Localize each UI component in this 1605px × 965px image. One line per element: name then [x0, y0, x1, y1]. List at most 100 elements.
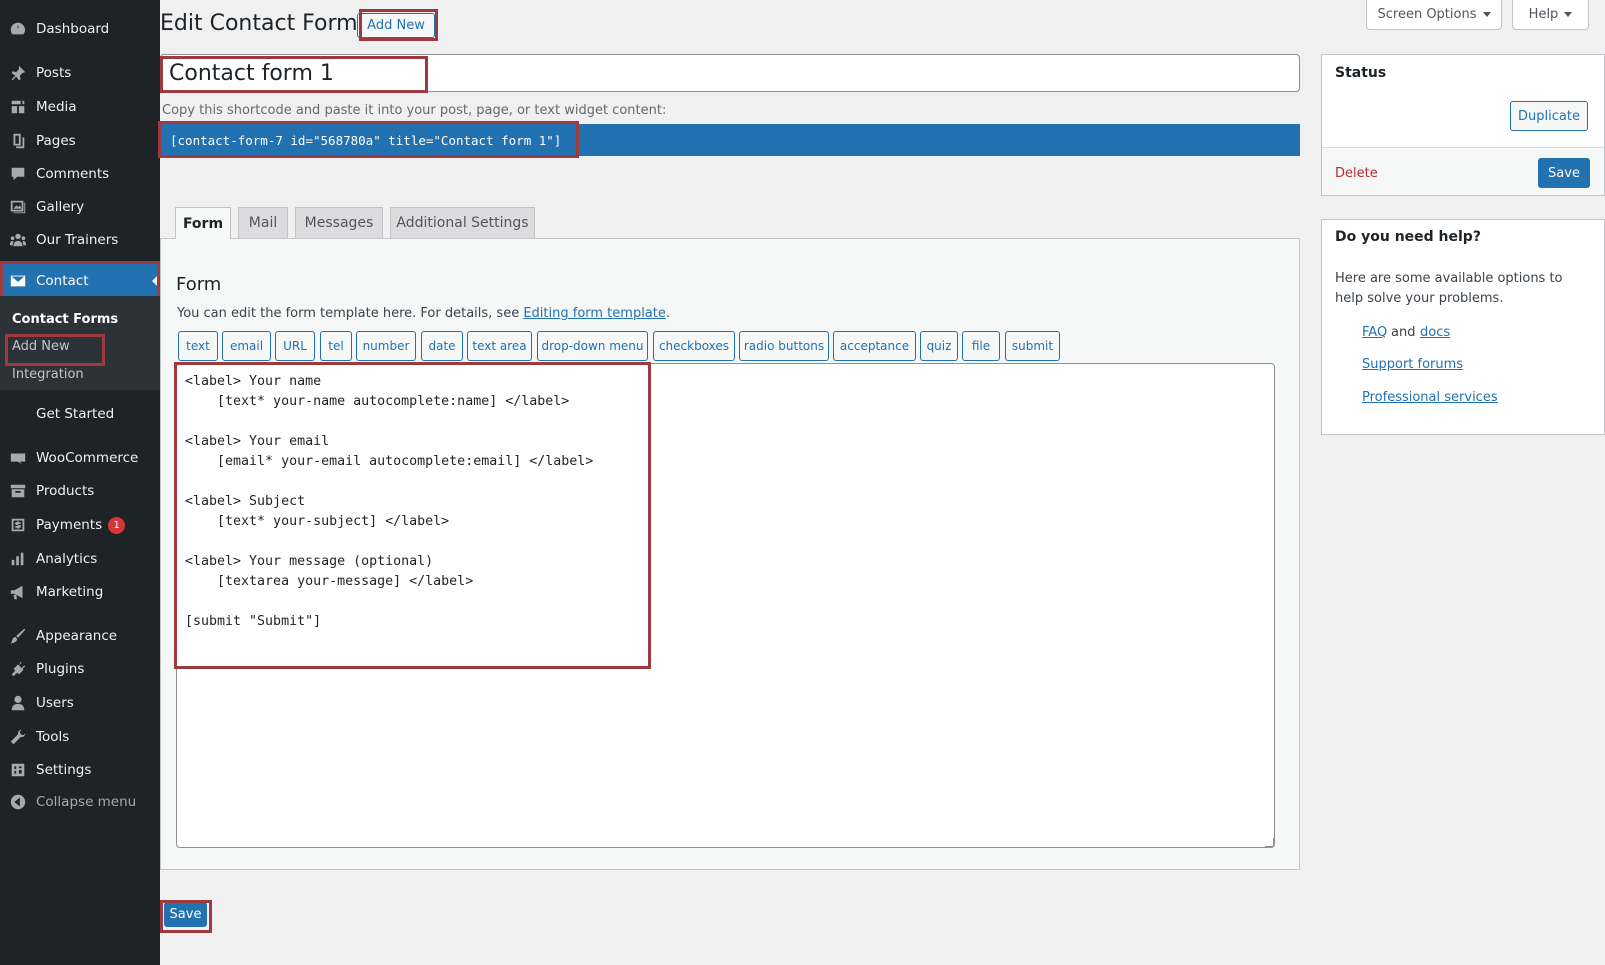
sidebar-item-label: Tools — [36, 729, 70, 745]
tag-button-text[interactable]: text — [178, 331, 218, 361]
pin-icon — [8, 63, 28, 83]
page-title: Edit Contact Form — [160, 11, 358, 36]
collapse-menu-button[interactable]: Collapse menu — [0, 785, 160, 819]
woo-icon — [8, 448, 28, 468]
payments-badge: 1 — [108, 516, 126, 534]
shortcode-field[interactable]: [contact-form-7 id="568780a" title="Cont… — [160, 124, 1300, 156]
sidebar-item-appearance[interactable]: Appearance — [0, 619, 160, 653]
tab-messages[interactable]: Messages — [295, 207, 383, 238]
tag-button-acceptance[interactable]: acceptance — [833, 331, 916, 361]
sidebar-item-payments[interactable]: Payments 1 — [0, 508, 160, 542]
sidebar-item-label: Users — [36, 695, 74, 711]
dashboard-icon — [8, 19, 28, 39]
screen-options-label: Screen Options — [1377, 7, 1477, 22]
envelope-icon — [8, 271, 28, 291]
plugin-icon — [8, 659, 28, 679]
tag-button-drop-down-menu[interactable]: drop-down menu — [537, 331, 648, 361]
faq-link[interactable]: FAQ — [1362, 325, 1387, 340]
form-description-end: . — [665, 306, 671, 321]
blank-icon — [8, 404, 28, 424]
submenu-integration[interactable]: Integration — [12, 367, 84, 382]
tab-additional-settings[interactable]: Additional Settings — [390, 207, 535, 238]
chevron-down-icon — [1482, 12, 1491, 17]
sidebar-item-contact[interactable]: Contact — [0, 264, 160, 298]
sidebar-item-label: Analytics — [36, 551, 98, 567]
sidebar-item-label: Settings — [36, 762, 92, 778]
tag-button-quiz[interactable]: quiz — [920, 331, 958, 361]
add-new-button[interactable]: Add New — [357, 13, 435, 38]
form-title-input[interactable] — [160, 54, 1300, 92]
sidebar-item-label: WooCommerce — [36, 450, 139, 466]
sidebar-item-media[interactable]: Media — [0, 90, 160, 124]
tab-mail[interactable]: Mail — [238, 207, 288, 238]
contact-submenu: Contact Forms Add New Integration — [0, 296, 160, 390]
admin-sidebar: Dashboard Posts Media Pages Comments Gal… — [0, 0, 160, 965]
support-forums-link[interactable]: Support forums — [1362, 357, 1463, 372]
sidebar-item-posts[interactable]: Posts — [0, 56, 160, 90]
shortcode-label: Copy this shortcode and paste it into yo… — [162, 103, 667, 118]
form-panel-heading: Form — [176, 274, 222, 295]
tag-button-radio-buttons[interactable]: radio buttons — [739, 331, 829, 361]
sidebar-item-label: Contact — [36, 273, 89, 289]
chart-icon — [8, 549, 28, 569]
collapse-icon — [8, 792, 28, 812]
tag-button-number[interactable]: number — [356, 331, 416, 361]
editing-form-template-link[interactable]: Editing form template — [523, 306, 666, 321]
tag-button-email[interactable]: email — [222, 331, 271, 361]
tag-button-url[interactable]: URL — [275, 331, 315, 361]
sidebar-item-label: Plugins — [36, 661, 85, 677]
tag-button-date[interactable]: date — [421, 331, 463, 361]
submenu-contact-forms[interactable]: Contact Forms — [12, 312, 118, 327]
help-label: Help — [1528, 7, 1559, 22]
sidebar-item-label: Gallery — [36, 199, 85, 215]
wrench-icon — [8, 727, 28, 747]
sidebar-item-users[interactable]: Users — [0, 686, 160, 720]
sidebar-item-comments[interactable]: Comments — [0, 157, 160, 191]
tag-button-text-area[interactable]: text area — [467, 331, 532, 361]
sidebar-item-products[interactable]: Products — [0, 474, 160, 508]
form-template-editor[interactable]: <label> Your name [text* your-name autoc… — [176, 363, 1275, 848]
professional-services-link[interactable]: Professional services — [1362, 390, 1498, 405]
sidebar-item-get-started[interactable]: Get Started — [0, 397, 160, 431]
help-box-text: Here are some available options to help … — [1335, 271, 1563, 306]
submenu-add-new[interactable]: Add New — [12, 339, 70, 354]
sidebar-item-pages[interactable]: Pages — [0, 124, 160, 158]
tag-button-submit[interactable]: submit — [1005, 331, 1060, 361]
sidebar-item-label: Marketing — [36, 584, 104, 600]
sidebar-item-gallery[interactable]: Gallery — [0, 190, 160, 224]
sidebar-item-our-trainers[interactable]: Our Trainers — [0, 223, 160, 257]
tab-form[interactable]: Form — [175, 207, 231, 239]
sidebar-item-label: Media — [36, 99, 77, 115]
shortcode-text: [contact-form-7 id="568780a" title="Cont… — [170, 132, 562, 148]
sidebar-item-woocommerce[interactable]: WooCommerce — [0, 441, 160, 475]
form-description-text: You can edit the form template here. For… — [177, 306, 524, 321]
tag-button-tel[interactable]: tel — [320, 331, 352, 361]
delete-link[interactable]: Delete — [1335, 166, 1378, 181]
user-icon — [8, 693, 28, 713]
sidebar-item-tools[interactable]: Tools — [0, 720, 160, 754]
docs-link[interactable]: docs — [1420, 325, 1450, 340]
duplicate-button[interactable]: Duplicate — [1510, 101, 1588, 131]
archive-icon — [8, 481, 28, 501]
current-menu-arrow — [152, 273, 160, 289]
sidebar-item-label: Posts — [36, 65, 72, 81]
sidebar-item-dashboard[interactable]: Dashboard — [0, 12, 160, 46]
tag-button-file[interactable]: file — [962, 331, 1000, 361]
tag-button-checkboxes[interactable]: checkboxes — [653, 331, 735, 361]
help-and-text: and — [1391, 325, 1416, 340]
brush-icon — [8, 626, 28, 646]
help-tab-button[interactable]: Help — [1512, 0, 1589, 30]
pages-icon — [8, 131, 28, 151]
sidebar-item-plugins[interactable]: Plugins — [0, 652, 160, 686]
sidebar-item-settings[interactable]: Settings — [0, 753, 160, 787]
save-button[interactable]: Save — [164, 902, 207, 927]
comment-icon — [8, 164, 28, 184]
status-box-title: Status — [1335, 65, 1387, 81]
resize-handle[interactable] — [1265, 838, 1274, 847]
sidebar-item-analytics[interactable]: Analytics — [0, 542, 160, 576]
screen-options-button[interactable]: Screen Options — [1366, 0, 1502, 30]
sidebar-item-label: Payments — [36, 517, 103, 533]
sidebar-item-marketing[interactable]: Marketing — [0, 575, 160, 609]
settings-icon — [8, 760, 28, 780]
save-side-button[interactable]: Save — [1538, 158, 1590, 188]
